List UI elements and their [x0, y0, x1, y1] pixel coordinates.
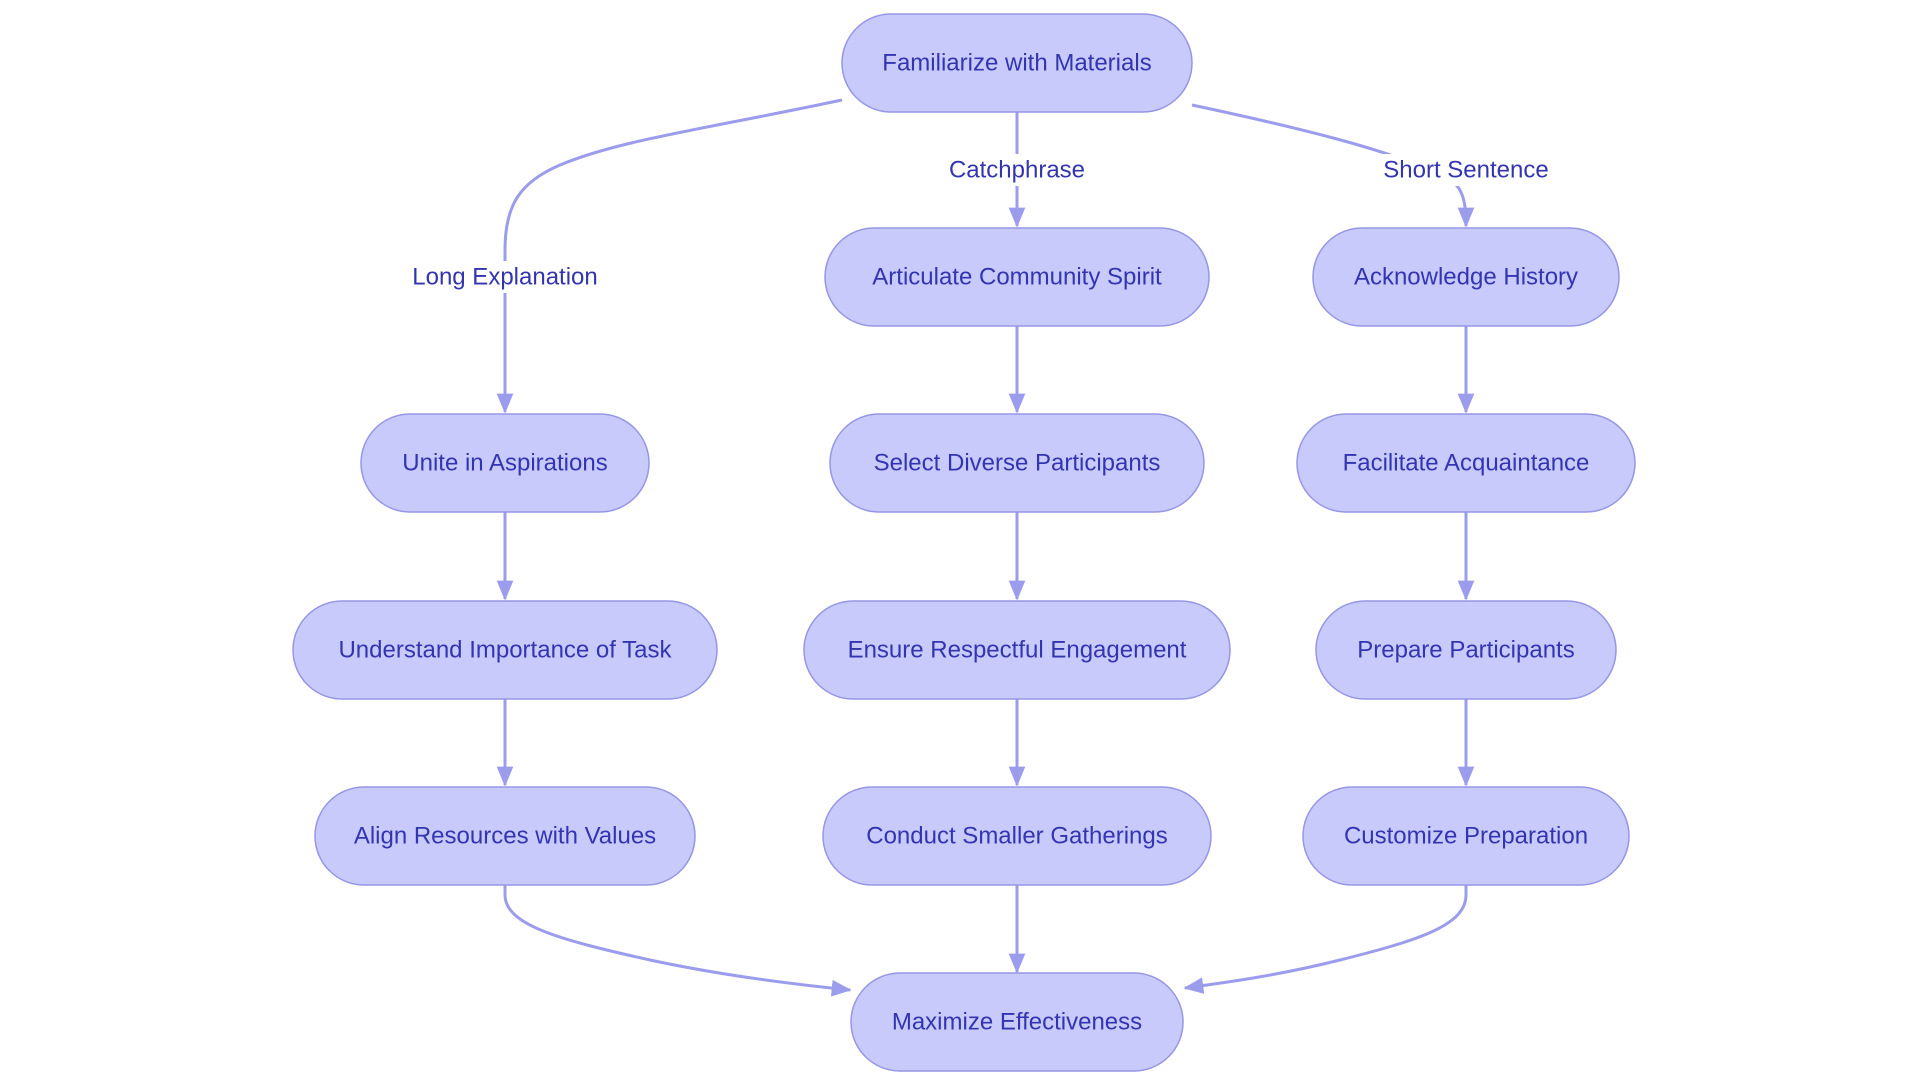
- flowchart-diagram: Long Explanation Catchphrase Short Sente…: [292, 13, 1636, 1072]
- node-maximize-effectiveness[interactable]: Maximize Effectiveness: [850, 972, 1184, 1072]
- node-label: Understand Importance of Task: [338, 637, 672, 664]
- node-familiarize-with-materials[interactable]: Familiarize with Materials: [841, 13, 1193, 113]
- edge-label-long-explanation: Long Explanation: [405, 261, 605, 293]
- edge-align-to-maximize: [503, 885, 852, 997]
- node-label: Unite in Aspirations: [402, 450, 607, 477]
- node-label: Facilitate Acquaintance: [1343, 450, 1590, 477]
- node-label: Conduct Smaller Gatherings: [866, 823, 1167, 850]
- node-label: Maximize Effectiveness: [892, 1009, 1142, 1036]
- edge-label-text: Short Sentence: [1383, 157, 1548, 184]
- node-facilitate-acquaintance[interactable]: Facilitate Acquaintance: [1296, 413, 1636, 513]
- node-articulate-community-spirit[interactable]: Articulate Community Spirit: [824, 227, 1210, 327]
- edge-label-text: Catchphrase: [949, 157, 1085, 184]
- edge-label-short-sentence: Short Sentence: [1376, 154, 1556, 186]
- node-prepare-participants[interactable]: Prepare Participants: [1315, 600, 1617, 700]
- node-select-diverse-participants[interactable]: Select Diverse Participants: [829, 413, 1205, 513]
- node-label: Select Diverse Participants: [874, 450, 1161, 477]
- node-conduct-smaller-gatherings[interactable]: Conduct Smaller Gatherings: [822, 786, 1212, 886]
- node-acknowledge-history[interactable]: Acknowledge History: [1312, 227, 1620, 327]
- edge-customize-to-maximize: [1183, 885, 1468, 994]
- node-label: Familiarize with Materials: [882, 50, 1151, 77]
- edge-label-catchphrase: Catchphrase: [942, 154, 1092, 186]
- node-label: Align Resources with Values: [354, 823, 656, 850]
- edge-label-text: Long Explanation: [412, 264, 597, 291]
- node-align-resources-with-values[interactable]: Align Resources with Values: [314, 786, 696, 886]
- node-label: Ensure Respectful Engagement: [848, 637, 1187, 664]
- node-label: Customize Preparation: [1344, 823, 1588, 850]
- edge-familiarize-to-unite: [496, 98, 843, 414]
- node-label: Prepare Participants: [1357, 637, 1574, 664]
- node-understand-importance-of-task[interactable]: Understand Importance of Task: [292, 600, 718, 700]
- node-customize-preparation[interactable]: Customize Preparation: [1302, 786, 1630, 886]
- node-label: Articulate Community Spirit: [872, 264, 1162, 291]
- node-ensure-respectful-engagement[interactable]: Ensure Respectful Engagement: [803, 600, 1231, 700]
- node-unite-in-aspirations[interactable]: Unite in Aspirations: [360, 413, 650, 513]
- node-label: Acknowledge History: [1354, 264, 1578, 291]
